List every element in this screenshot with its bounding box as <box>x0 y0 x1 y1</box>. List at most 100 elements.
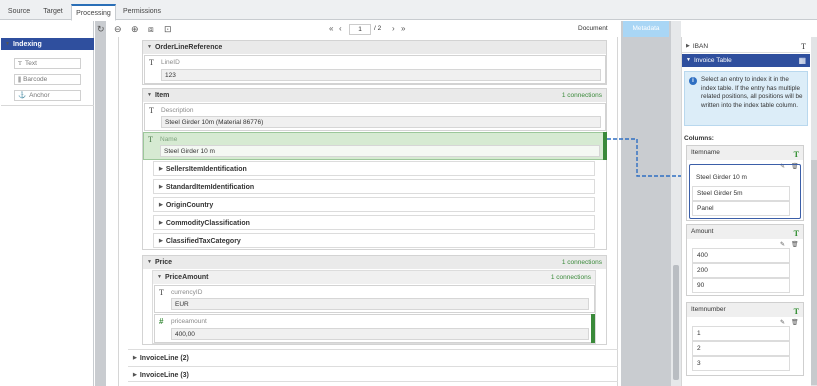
field-value[interactable]: Steel Girder 10m (Material 86776) <box>161 116 601 128</box>
splitter-left[interactable] <box>95 21 106 386</box>
field-label: currencyID <box>171 289 203 296</box>
field-price-amount[interactable]: # priceamount 400,00 <box>154 314 595 343</box>
tab-target[interactable]: Target <box>36 4 70 20</box>
field-value[interactable]: 123 <box>161 69 601 81</box>
rotate-icon[interactable]: ↻ <box>97 24 105 34</box>
column-header[interactable]: Itemname T <box>687 146 803 160</box>
subsection-title: StandardItemIdentification <box>165 184 255 191</box>
field-line-id[interactable]: T LineID 123 <box>144 55 606 84</box>
field-description[interactable]: T Description Steel Girder 10m (Material… <box>144 103 606 131</box>
field-value[interactable]: 400,00 <box>171 328 589 340</box>
invoice-line-3[interactable]: ▶ InvoiceLine (3) <box>128 366 618 382</box>
document-toolbar: ↻ ⊖ ⊕ ⧈ ⊡ « ‹ 1 / 2 › » Document <box>97 21 621 37</box>
tab-permissions[interactable]: Permissions <box>118 4 166 20</box>
delete-icon[interactable]: 🗑 <box>791 241 799 248</box>
edit-icon[interactable]: ✎ <box>780 319 785 326</box>
column-header[interactable]: Itemnumber T <box>687 303 803 317</box>
section-header[interactable]: ▼ Item 1 connections <box>143 89 606 102</box>
connections-count: 1 connections <box>550 274 591 281</box>
info-text: Select an entry to index it in the index… <box>701 76 803 109</box>
page-number-input[interactable]: 1 <box>349 24 371 35</box>
page-total: / 2 <box>374 25 382 32</box>
iban-label: IBAN <box>692 43 709 50</box>
invoice-table-header[interactable]: ▼ Invoice Table ▦ <box>682 54 810 67</box>
column-itemname: Itemname T ✎ 🗑 Steel Girder 10 m Steel Gi… <box>686 145 804 221</box>
subsection-commodity-classification[interactable]: ▶ CommodityClassification <box>153 215 595 230</box>
caret-right-icon: ▶ <box>159 220 163 226</box>
section-title: Price <box>154 259 173 266</box>
text-icon: T <box>148 135 153 144</box>
last-page-icon[interactable]: » <box>401 24 405 34</box>
subsection-classified-tax-category[interactable]: ▶ ClassifiedTaxCategory <box>153 233 595 248</box>
field-value[interactable]: Steel Girder 10 m <box>160 145 600 157</box>
section-title: Item <box>154 92 170 99</box>
palette-item-barcode[interactable]: ||| Barcode <box>14 74 81 85</box>
document-tab[interactable]: Document <box>578 25 608 32</box>
invoice-line-2[interactable]: ▶ InvoiceLine (2) <box>128 349 618 366</box>
indexing-header[interactable]: ▼ Indexing <box>1 38 94 50</box>
text-icon: T <box>793 150 799 159</box>
invoice-line-title: InvoiceLine (2) <box>139 355 189 362</box>
connections-count: 1 connections <box>561 92 602 99</box>
indexing-label: Indexing <box>12 41 42 48</box>
tab-processing[interactable]: Processing <box>71 4 116 21</box>
subsection-sellers-item-identification[interactable]: ▶ SellersItemIdentification <box>153 161 595 176</box>
anchor-icon: ⚓ <box>18 92 27 99</box>
subsection-header[interactable]: ▼ PriceAmount 1 connections <box>153 271 595 284</box>
subsection-origin-country[interactable]: ▶ OriginCountry <box>153 197 595 212</box>
section-header[interactable]: ▼ Price 1 connections <box>143 256 606 269</box>
column-value[interactable]: 3 <box>692 356 790 371</box>
caret-right-icon: ▶ <box>159 238 163 244</box>
section-title: OrderLineReference <box>154 44 223 51</box>
delete-icon[interactable]: 🗑 <box>791 319 799 326</box>
column-value[interactable]: 200 <box>692 263 790 278</box>
prev-page-icon[interactable]: ‹ <box>339 24 342 34</box>
text-icon: T <box>18 60 22 67</box>
info-icon: i <box>689 77 697 85</box>
section-header[interactable]: ▼ OrderLineReference <box>143 41 606 54</box>
field-label: Name <box>160 136 178 143</box>
palette-label: Barcode <box>23 76 48 83</box>
barcode-icon: ||| <box>18 76 21 83</box>
palette-item-text[interactable]: T Text <box>14 58 81 69</box>
caret-right-icon: ▶ <box>159 202 163 208</box>
iban-entry[interactable]: ▶ IBAN T <box>682 40 810 53</box>
invoice-line-title: InvoiceLine (3) <box>139 372 189 379</box>
field-value[interactable]: EUR <box>171 298 589 310</box>
scrollbar-thumb[interactable] <box>673 265 679 380</box>
field-name-selected[interactable]: T Name Steel Girder 10 m <box>143 132 607 160</box>
subsection-standard-item-identification[interactable]: ▶ StandardItemIdentification <box>153 179 595 194</box>
caret-down-icon: ▼ <box>147 92 152 98</box>
palette-label: Anchor <box>29 92 50 99</box>
column-header[interactable]: Amount T <box>687 225 803 239</box>
first-page-icon[interactable]: « <box>329 24 333 34</box>
caret-right-icon: ▶ <box>133 372 137 378</box>
column-value[interactable]: 1 <box>692 326 790 341</box>
column-value[interactable]: 2 <box>692 341 790 356</box>
caret-down-icon: ▼ <box>157 274 162 280</box>
zoom-in-icon[interactable]: ⊕ <box>131 24 139 34</box>
edit-icon[interactable]: ✎ <box>780 241 785 248</box>
column-value[interactable]: 90 <box>692 278 790 293</box>
zoom-out-icon[interactable]: ⊖ <box>114 24 122 34</box>
right-scrollbar-thumb[interactable] <box>811 160 817 385</box>
tab-source[interactable]: Source <box>2 4 36 20</box>
subsection-title: CommodityClassification <box>165 220 250 227</box>
column-value[interactable]: Steel Girder 10 m <box>692 171 790 186</box>
field-label: Description <box>161 107 194 114</box>
field-currency-id[interactable]: T currencyID EUR <box>154 285 595 313</box>
column-value[interactable]: Steel Girder 5m <box>692 186 790 201</box>
fit-width-icon[interactable]: ⊡ <box>164 24 172 34</box>
subsection-title: ClassifiedTaxCategory <box>165 238 241 245</box>
palette-item-anchor[interactable]: ⚓ Anchor <box>14 90 81 101</box>
fit-page-icon[interactable]: ⧈ <box>148 24 154 34</box>
metadata-tab[interactable]: Metadata <box>623 21 669 37</box>
column-value[interactable]: Panel <box>692 201 790 216</box>
next-page-icon[interactable]: › <box>392 24 395 34</box>
field-label: priceamount <box>171 318 207 325</box>
column-value[interactable]: 400 <box>692 248 790 263</box>
field-palette: T Text ||| Barcode ⚓ Anchor <box>1 51 94 106</box>
text-icon: T <box>793 307 799 316</box>
subsection-title: OriginCountry <box>165 202 214 209</box>
caret-right-icon: ▶ <box>133 355 137 361</box>
